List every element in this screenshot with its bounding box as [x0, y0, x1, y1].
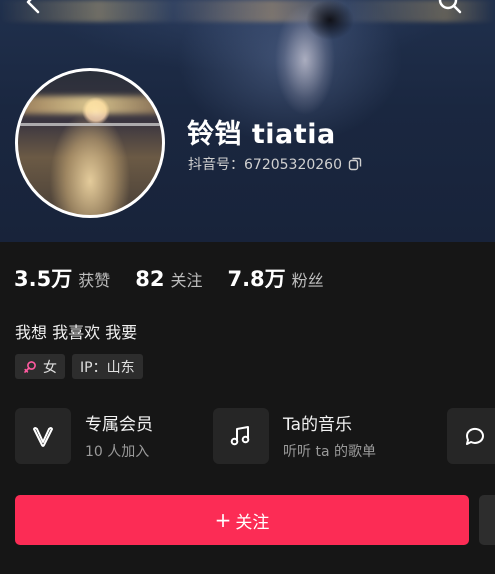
- feature-subtitle: 听听 ta 的歌单: [283, 444, 376, 460]
- profile-bio: 我想 我喜欢 我要: [15, 323, 138, 342]
- more-actions-button[interactable]: [479, 495, 495, 545]
- feature-icon-box: [213, 408, 269, 464]
- follow-label: 关注: [235, 512, 270, 533]
- back-icon[interactable]: [20, 0, 48, 16]
- ip-tag: IP：山东: [72, 354, 143, 379]
- avatar[interactable]: [15, 68, 165, 218]
- stat-value: 7.8万: [227, 267, 286, 291]
- follow-plus: +: [214, 508, 232, 532]
- feature-subtitle: 10 人加入: [85, 444, 150, 460]
- stats-row: 3.5万 获赞 82 关注 7.8万 粉丝: [14, 263, 349, 293]
- stat-following[interactable]: 82 关注: [135, 267, 202, 291]
- stat-likes[interactable]: 3.5万 获赞: [14, 263, 110, 293]
- music-note-icon: [230, 426, 250, 446]
- stat-label: 粉丝: [291, 271, 324, 290]
- feature-title: 专属会员: [85, 415, 153, 435]
- avatar-background-lights: [18, 96, 162, 114]
- feature-icon-box: [447, 408, 495, 464]
- profile-name: 铃铛 tiatia: [187, 119, 336, 150]
- chat-bubble-icon: [465, 427, 484, 445]
- gender-label: 女: [43, 359, 57, 376]
- feature-music[interactable]: Ta的音乐 听听 ta 的歌单: [213, 408, 376, 464]
- stat-label: 获赞: [78, 271, 111, 290]
- feature-row: 专属会员 10 人加入 Ta的音乐 听听 ta 的歌单: [15, 408, 495, 468]
- feature-more[interactable]: [447, 408, 495, 464]
- stat-value: 3.5万: [14, 267, 73, 291]
- city-lights: [0, 0, 495, 22]
- copy-icon[interactable]: [348, 157, 362, 171]
- stat-label: 关注: [170, 271, 203, 290]
- profile-tags: 女 IP：山东: [15, 354, 143, 379]
- follow-button[interactable]: + 关注: [15, 495, 469, 545]
- feature-title: Ta的音乐: [283, 415, 352, 435]
- avatar-background-railing: [18, 123, 162, 126]
- banner-figure-hair: [300, 0, 360, 50]
- feature-icon-box: [15, 408, 71, 464]
- douyin-id-row: 抖音号：67205320260: [188, 154, 362, 174]
- gender-tag: 女: [15, 354, 65, 379]
- ip-label: IP：山东: [80, 359, 135, 376]
- heart-v-icon: [33, 427, 53, 447]
- douyin-id-text: 抖音号：67205320260: [188, 157, 342, 173]
- female-icon: [24, 360, 36, 373]
- search-icon[interactable]: [436, 0, 464, 16]
- stat-followers[interactable]: 7.8万 粉丝: [227, 263, 323, 293]
- stat-value: 82: [135, 267, 165, 291]
- feature-membership[interactable]: 专属会员 10 人加入: [15, 408, 153, 464]
